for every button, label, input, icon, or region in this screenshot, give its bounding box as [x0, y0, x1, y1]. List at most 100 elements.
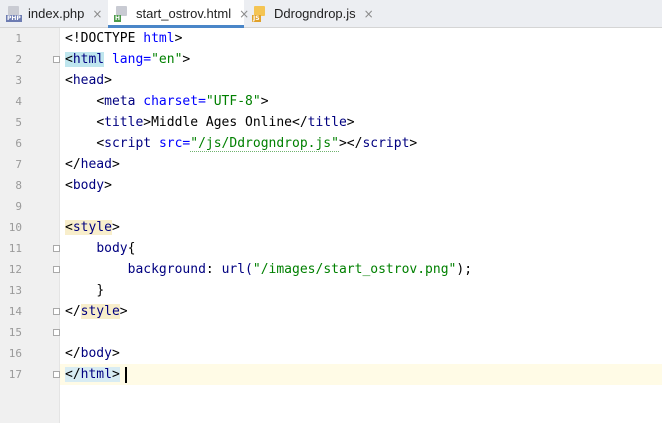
line-number: 6: [15, 137, 22, 150]
fold-marker-icon[interactable]: [53, 371, 60, 378]
code-line-1[interactable]: <!DOCTYPE html>: [65, 28, 182, 49]
tab-index-php[interactable]: PHP index.php ×: [6, 0, 106, 27]
code-token: <: [65, 178, 73, 193]
code-token: style: [72, 220, 112, 235]
ide-window: PHP index.php × H start_ostrov.html × JS…: [0, 0, 662, 423]
tab-label: Ddrogndrop.js: [274, 6, 356, 21]
code-token: <: [96, 115, 105, 130]
code-token: charset: [143, 94, 199, 109]
line-number: 13: [8, 284, 22, 297]
tab-start-ostrov-html[interactable]: H start_ostrov.html ×: [108, 0, 249, 28]
code-line-3[interactable]: <head>: [65, 70, 112, 91]
code-token: >: [119, 304, 128, 319]
code-token: }: [96, 283, 105, 298]
code-token: <: [65, 52, 73, 67]
code-line-10[interactable]: <style>: [65, 217, 120, 238]
code-token: src: [158, 136, 183, 151]
code-line-13[interactable]: }: [65, 280, 104, 301]
code-token: body: [80, 346, 112, 361]
code-token: >: [111, 367, 120, 382]
tab-label: start_ostrov.html: [136, 6, 232, 21]
code-token: >: [143, 115, 152, 130]
code-token: body: [96, 241, 128, 256]
code-token: </: [292, 115, 308, 130]
fold-marker-icon[interactable]: [53, 308, 60, 315]
code-token: >: [260, 94, 269, 109]
code-line-4[interactable]: <meta charset="UTF-8">: [65, 91, 269, 112]
line-number: 17: [8, 368, 22, 381]
line-number: 10: [8, 221, 22, 234]
code-line-6[interactable]: <script src="/js/Ddrogndrop.js"></script…: [65, 133, 417, 154]
code-line-12[interactable]: background: url("/images/start_ostrov.pn…: [65, 259, 472, 280]
code-token: </: [65, 157, 81, 172]
code-editor[interactable]: <!DOCTYPE html> <html lang="en"> <head> …: [60, 28, 662, 423]
code-token: title: [307, 115, 347, 130]
line-number: 16: [8, 347, 22, 360]
close-icon[interactable]: ×: [364, 7, 374, 21]
code-token: style: [80, 304, 120, 319]
code-token: </: [65, 367, 81, 382]
code-token: <: [65, 220, 73, 235]
close-icon[interactable]: ×: [92, 7, 102, 21]
fold-marker-icon[interactable]: [53, 56, 60, 63]
code-token: "en": [151, 52, 183, 67]
code-token: <: [96, 136, 105, 151]
code-line-8[interactable]: <body>: [65, 175, 112, 196]
code-token: >: [111, 157, 120, 172]
html-file-icon: H: [114, 5, 130, 22]
tab-ddrogndrop-js[interactable]: JS Ddrogndrop.js ×: [252, 0, 374, 27]
code-token: <: [65, 73, 73, 88]
code-line-16[interactable]: </body>: [65, 343, 120, 364]
code-token: ></: [338, 136, 363, 151]
code-line-7[interactable]: </head>: [65, 154, 120, 175]
line-number-gutter[interactable]: 1 2 3 4 5 6 7 8 9 10 11 12 13 14 15 16 1…: [0, 28, 60, 423]
code-token: =: [143, 52, 152, 67]
code-line-5[interactable]: <title>Middle Ages Online</title>: [65, 112, 355, 133]
code-token: >: [104, 178, 112, 193]
close-icon[interactable]: ×: [239, 7, 249, 21]
code-token: :: [205, 262, 222, 277]
code-token: script: [104, 136, 152, 151]
line-number: 12: [8, 263, 22, 276]
line-number: 15: [8, 326, 22, 339]
code-token: "/js/Ddrogndrop.js": [190, 136, 339, 152]
code-token: <: [96, 94, 105, 109]
code-token: body: [72, 178, 105, 193]
code-token: head: [80, 157, 112, 172]
line-number: 9: [15, 200, 22, 213]
code-token: >: [111, 346, 120, 361]
code-token: </: [65, 346, 81, 361]
php-file-icon: PHP: [6, 5, 22, 22]
code-token: {: [127, 241, 136, 256]
line-number: 7: [15, 158, 22, 171]
code-token: html: [80, 367, 112, 382]
line-number: 1: [15, 32, 22, 45]
line-number: 4: [15, 95, 22, 108]
code-line-11[interactable]: body{: [65, 238, 135, 259]
code-token: >: [111, 220, 120, 235]
code-token: </: [65, 304, 81, 319]
code-token: >: [182, 52, 191, 67]
fold-marker-icon[interactable]: [53, 245, 60, 252]
code-token: lang: [111, 52, 144, 67]
code-line-17[interactable]: </html>: [65, 364, 127, 385]
code-token: title: [104, 115, 144, 130]
code-token: =: [198, 94, 206, 109]
code-line-14[interactable]: </style>: [65, 301, 128, 322]
code-line-2[interactable]: <html lang="en">: [65, 49, 190, 70]
fold-marker-icon[interactable]: [53, 329, 60, 336]
line-number: 14: [8, 305, 22, 318]
editor-tab-bar: PHP index.php × H start_ostrov.html × JS…: [0, 0, 662, 28]
code-token: head: [72, 73, 105, 88]
code-token: );: [456, 262, 473, 277]
fold-marker-icon[interactable]: [53, 266, 60, 273]
code-token: >: [346, 115, 355, 130]
line-number: 5: [15, 116, 22, 129]
